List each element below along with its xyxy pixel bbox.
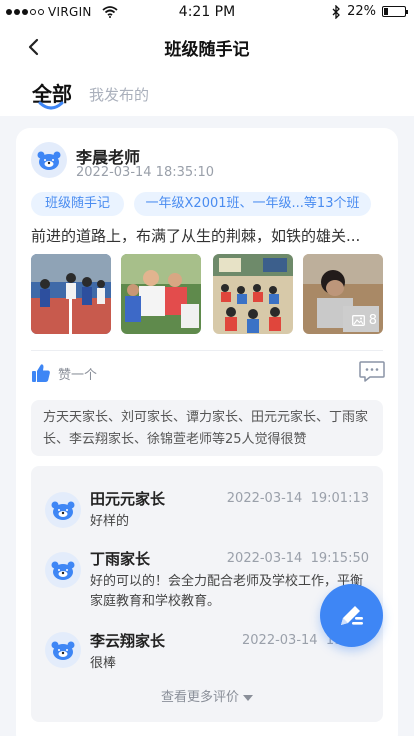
tab-my-posts[interactable]: 我发布的	[89, 84, 149, 105]
post-text[interactable]: 前进的道路上，布满了从生的荆棘，如铁的雄关...	[31, 225, 391, 246]
photo-count-label: 8	[368, 313, 377, 328]
caret-down-icon	[243, 694, 253, 701]
tag-category[interactable]: 班级随手记	[31, 192, 124, 216]
view-more-comments[interactable]: 查看更多评价	[31, 686, 383, 705]
avatar[interactable]	[45, 492, 81, 528]
like-button[interactable]: 赞一个	[31, 363, 97, 383]
photo-thumbnail[interactable]	[213, 254, 293, 334]
divider	[31, 350, 383, 351]
nav-bar: 班级随手记	[0, 24, 414, 70]
image-icon	[351, 315, 365, 326]
comment-text: 好样的	[90, 514, 130, 529]
avatar[interactable]	[45, 552, 81, 588]
photo-thumbnail[interactable]	[31, 254, 111, 334]
comment-author: 李云翔家长	[90, 632, 166, 650]
more-photos-count: 8	[351, 313, 377, 328]
compose-button[interactable]	[320, 584, 383, 647]
status-bar: VIRGIN 4:21 PM 22%	[0, 0, 414, 24]
likes-summary: 方天天家长、刘可家长、谭力家长、田元元家长、丁雨家长、李云翔家长、徐锦萱老师等2…	[31, 400, 383, 456]
post-time: 2022-03-14 18:35:10	[76, 165, 215, 180]
bear-avatar-icon	[37, 151, 61, 170]
bear-avatar-icon	[51, 641, 75, 660]
photo-thumbnail[interactable]: 8	[303, 254, 383, 334]
like-label: 赞一个	[58, 367, 98, 383]
tag-classes[interactable]: 一年级X2001班、一年级...等13个班	[134, 192, 371, 216]
comment-author: 丁雨家长	[90, 550, 151, 568]
bear-avatar-icon	[51, 501, 75, 520]
comment-button[interactable]	[358, 360, 386, 384]
bluetooth-icon	[332, 4, 341, 19]
view-more-label: 查看更多评价	[160, 690, 239, 705]
bear-avatar-icon	[51, 561, 75, 580]
battery-percent: 22%	[347, 4, 376, 19]
comment-time: 2022-03-14 19:01:13	[226, 491, 369, 506]
battery-icon	[382, 6, 408, 17]
comment-time: 2022-03-14 19:15:50	[226, 551, 369, 566]
tab-active-indicator	[38, 101, 64, 110]
page-title: 班级随手记	[164, 40, 250, 60]
tab-bar: 全部 我发布的	[0, 70, 414, 116]
edit-pen-icon	[340, 605, 363, 625]
comment-icon	[359, 361, 385, 382]
thumbs-up-icon	[32, 364, 50, 382]
comment-author: 田元元家长	[90, 490, 166, 508]
comment-text: 很棒	[90, 656, 117, 671]
avatar[interactable]	[45, 632, 81, 668]
photo-thumbnail[interactable]	[121, 254, 201, 334]
avatar[interactable]	[31, 142, 67, 178]
